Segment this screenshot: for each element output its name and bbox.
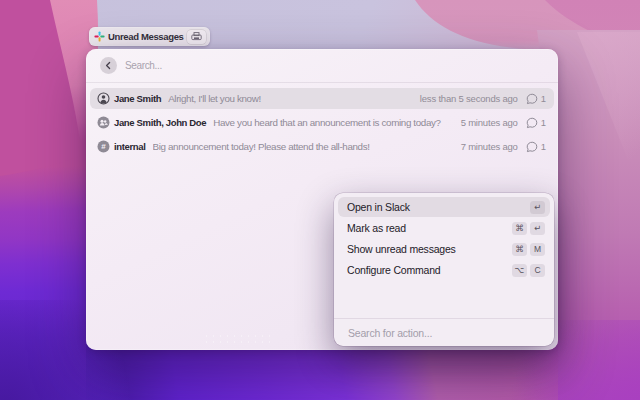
action-item-mark-as-read[interactable]: Mark as read ⌘ ↵ [338, 218, 550, 238]
raycast-watermark [203, 333, 275, 343]
action-label: Open in Slack [347, 201, 530, 213]
chat-bubble-icon [526, 141, 538, 153]
command-key-icon: ⌘ [512, 243, 527, 256]
message-time: less than 5 seconds ago [420, 93, 518, 104]
message-preview: Big announcement today! Please attend th… [153, 141, 455, 152]
group-dm-icon [97, 116, 110, 129]
message-preview: Have you heard that an announcement is c… [213, 117, 454, 128]
command-pill-label: Unread Messages [108, 31, 184, 42]
action-item-configure-command[interactable]: Configure Command ⌥ C [338, 260, 550, 280]
unread-count-value: 1 [541, 93, 546, 104]
action-search-placeholder: Search for action... [348, 327, 432, 339]
message-time: 5 minutes ago [461, 117, 518, 128]
unread-count-value: 1 [541, 141, 546, 152]
channel-hash-icon: # [97, 140, 110, 153]
message-preview: Alright, I'll let you know! [168, 93, 414, 104]
slack-icon [94, 31, 105, 42]
message-time: 7 minutes ago [461, 141, 518, 152]
action-label: Show unread messages [347, 243, 512, 255]
message-title: Jane Smith [114, 93, 161, 104]
unread-count: 1 [526, 93, 546, 105]
search-bar: Search... [86, 49, 558, 82]
return-key-icon: ↵ [530, 222, 545, 235]
chat-bubble-icon [526, 117, 538, 129]
m-key: M [530, 243, 545, 256]
svg-text:#: # [101, 142, 106, 151]
command-pill[interactable]: Unread Messages [89, 27, 210, 46]
return-key-icon: ↵ [530, 201, 545, 214]
action-search[interactable]: Search for action... [338, 319, 550, 346]
message-row[interactable]: Jane Smith Alright, I'll let you know! l… [90, 88, 554, 109]
message-title: Jane Smith, John Doe [114, 117, 206, 128]
message-title: internal [114, 141, 146, 152]
search-input[interactable]: Search... [125, 60, 162, 71]
keyboard-badge [187, 30, 206, 44]
message-row[interactable]: # internal Big announcement today! Pleas… [90, 136, 554, 157]
message-list: Jane Smith Alright, I'll let you know! l… [86, 83, 558, 160]
chat-bubble-icon [526, 93, 538, 105]
c-key: C [530, 264, 545, 277]
person-circle-icon [97, 92, 110, 105]
command-key-icon: ⌘ [512, 222, 527, 235]
action-panel: Open in Slack ↵ Mark as read ⌘ ↵ Show un… [334, 193, 554, 346]
unread-count: 1 [526, 117, 546, 129]
unread-count: 1 [526, 141, 546, 153]
keyboard-icon [191, 32, 202, 41]
action-item-show-unread[interactable]: Show unread messages ⌘ M [338, 239, 550, 259]
message-row[interactable]: Jane Smith, John Doe Have you heard that… [90, 112, 554, 133]
action-label: Mark as read [347, 222, 512, 234]
action-item-open-in-slack[interactable]: Open in Slack ↵ [338, 197, 550, 217]
unread-count-value: 1 [541, 117, 546, 128]
chevron-left-icon [104, 61, 113, 70]
option-key-icon: ⌥ [512, 264, 527, 277]
desktop: Unread Messages Search... [0, 0, 640, 400]
back-button[interactable] [100, 57, 117, 74]
action-label: Configure Command [347, 264, 512, 276]
